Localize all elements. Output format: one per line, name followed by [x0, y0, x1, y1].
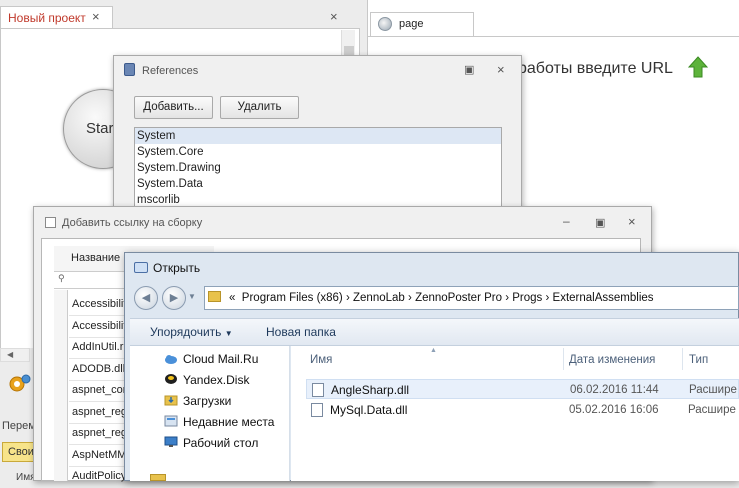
tab-new-project-label: Новый проект: [8, 11, 86, 25]
chevron-down-icon: ▼: [224, 329, 233, 338]
book-icon: [124, 63, 135, 76]
type-column-header[interactable]: Тип: [689, 354, 708, 366]
tab-own-variables[interactable]: Свои: [2, 442, 36, 462]
breadcrumb-item[interactable]: Progs: [512, 292, 542, 304]
file-name: MySql.Data.dll: [330, 403, 408, 417]
list-item[interactable]: System.Drawing: [135, 160, 501, 176]
tab-own-variables-label: Свои: [8, 446, 34, 458]
dll-file-icon: [312, 383, 324, 397]
list-item[interactable]: mscorlib: [135, 192, 501, 206]
table-row[interactable]: aspnet_reg: [69, 423, 125, 445]
breadcrumb-separator[interactable]: ›: [346, 292, 350, 304]
globe-icon: [378, 17, 392, 31]
file-type: Расшире: [688, 404, 736, 416]
dll-file-icon: [311, 403, 323, 417]
downloads-folder-icon: [164, 395, 178, 406]
add-reference-button[interactable]: Добавить...: [134, 96, 213, 119]
add-reference-title: Добавить ссылку на сборку: [62, 217, 203, 229]
breadcrumb-separator[interactable]: ›: [408, 292, 412, 304]
desktop-icon: [164, 436, 178, 447]
references-title: References: [142, 65, 199, 77]
breadcrumb-separator[interactable]: ›: [546, 292, 550, 304]
table-row[interactable]: aspnet_reg: [69, 402, 125, 424]
name-column-header[interactable]: Имя: [310, 354, 332, 366]
table-row[interactable]: AspNetMM: [69, 445, 125, 467]
date-column-header[interactable]: Дата изменения: [569, 354, 655, 366]
table-row[interactable]: aspnet_cor: [69, 380, 125, 402]
divider: [367, 36, 739, 37]
table-row[interactable]: Accessibilit: [69, 316, 125, 338]
gear-icon[interactable]: [6, 372, 32, 396]
filter-icon: ⚲: [58, 273, 65, 283]
table-row[interactable]: AddInUtil.r: [69, 337, 125, 359]
nav-item[interactable]: Yandex.Disk: [183, 373, 249, 387]
file-row[interactable]: MySql.Data.dll 05.02.2016 16:06 Расшире: [306, 400, 739, 420]
filter-row[interactable]: ⚲: [54, 273, 134, 289]
chevron-down-icon[interactable]: ▼: [188, 292, 196, 301]
list-item[interactable]: System.Data: [135, 176, 501, 192]
recent-places-icon: [164, 415, 178, 427]
breadcrumb-separator[interactable]: ›: [505, 292, 509, 304]
close-icon[interactable]: ×: [92, 9, 100, 24]
tab-page-label: page: [399, 18, 424, 30]
horizontal-scrollbar[interactable]: ◀: [0, 348, 30, 362]
file-date: 06.02.2016 11:44: [570, 384, 659, 396]
file-row[interactable]: AngleSharp.dll 06.02.2016 11:44 Расшире: [306, 379, 739, 399]
file-name: AngleSharp.dll: [331, 383, 410, 397]
navigation-pane: [130, 346, 290, 481]
new-folder-button[interactable]: Новая папка: [266, 325, 336, 339]
close-icon[interactable]: ×: [497, 62, 505, 77]
window-icon: [45, 217, 56, 228]
remove-reference-button[interactable]: Удалить: [220, 96, 299, 119]
nav-item[interactable]: Рабочий стол: [183, 436, 258, 450]
organize-button[interactable]: Упорядочить ▼: [150, 325, 233, 339]
maximize-icon[interactable]: ▣: [464, 63, 474, 76]
breadcrumb-item[interactable]: ZennoLab: [353, 292, 405, 304]
minimize-icon[interactable]: –: [563, 214, 570, 228]
url-hint-text: работы введите URL: [518, 60, 673, 77]
file-type: Расшире: [689, 384, 737, 396]
divider[interactable]: [563, 348, 564, 370]
nav-item[interactable]: Загрузки: [183, 394, 231, 408]
row-header-column: [54, 290, 68, 481]
folder-icon: [150, 474, 166, 481]
breadcrumb-item[interactable]: ExternalAssemblies: [553, 292, 654, 304]
maximize-icon[interactable]: ▣: [595, 216, 605, 229]
nav-item[interactable]: Недавние места: [183, 415, 274, 429]
references-list[interactable]: System System.Core System.Drawing System…: [134, 127, 502, 207]
window-icon: [134, 262, 148, 273]
open-dialog-title: Открыть: [153, 261, 201, 275]
folder-icon: [208, 291, 221, 302]
list-item[interactable]: System.Core: [135, 144, 501, 160]
breadcrumb-item[interactable]: Program Files (x86): [242, 292, 343, 304]
yandex-disk-icon: [165, 374, 177, 384]
divider[interactable]: [682, 348, 683, 370]
table-row[interactable]: AuditPolicy: [69, 466, 125, 488]
close-icon[interactable]: ×: [330, 9, 338, 24]
organize-label: Упорядочить: [150, 325, 222, 339]
cloud-icon: [165, 355, 177, 364]
start-node-label: Star: [86, 120, 114, 137]
back-button[interactable]: ◀: [134, 286, 158, 310]
go-up-arrow-icon[interactable]: [688, 56, 708, 78]
sort-arrow-icon: ▲: [430, 347, 437, 354]
file-date: 05.02.2016 16:06: [569, 404, 659, 416]
address-overflow[interactable]: «: [229, 292, 235, 304]
table-row[interactable]: ADODB.dll: [69, 359, 125, 381]
table-row[interactable]: Accessibilit: [69, 294, 125, 316]
variables-panel-label: Перем: [2, 420, 36, 432]
address-bar[interactable]: « Program Files (x86) › ZennoLab › Zenno…: [204, 286, 739, 310]
list-item[interactable]: System: [135, 128, 501, 144]
nav-item[interactable]: Cloud Mail.Ru: [183, 352, 258, 366]
close-icon[interactable]: ×: [628, 214, 636, 229]
breadcrumb-item[interactable]: ZennoPoster Pro: [415, 292, 502, 304]
forward-button[interactable]: ▶: [162, 286, 186, 310]
